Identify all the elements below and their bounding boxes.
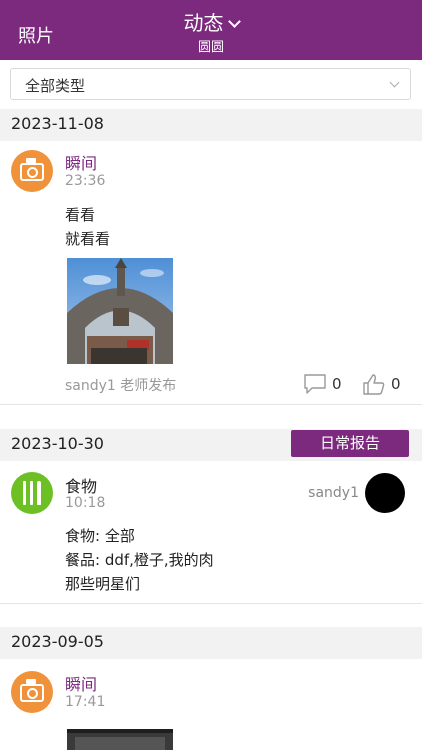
type-filter-select[interactable]: 全部类型 — [10, 68, 411, 100]
entry-type: 瞬间 — [65, 675, 98, 694]
comment-icon — [304, 374, 326, 394]
entry-time: 23:36 — [65, 173, 106, 189]
top-nav-bar: 照片 动态 圆圆 — [0, 0, 422, 60]
comment-button[interactable]: 0 — [304, 374, 342, 394]
divider — [0, 404, 422, 405]
date-header: 2023-10-30 日常报告 — [0, 429, 422, 461]
entry-photo[interactable] — [67, 729, 173, 750]
entry-time: 10:18 — [65, 495, 106, 511]
entry-photo[interactable] — [67, 258, 173, 364]
title-selector[interactable]: 动态 圆圆 — [0, 12, 422, 55]
date-label: 2023-11-08 — [11, 114, 104, 133]
page-title: 动态 — [183, 11, 224, 35]
entry-line: 就看看 — [65, 230, 111, 248]
entry-line: 看看 — [65, 206, 96, 224]
like-count: 0 — [391, 375, 401, 393]
thumbs-up-icon — [363, 374, 385, 395]
child-name: 圆圆 — [197, 40, 224, 55]
entry-type: 食物 — [65, 477, 98, 496]
entry-author: sandy1 老师发布 — [65, 378, 177, 394]
chevron-down-icon — [389, 77, 400, 88]
divider — [0, 603, 422, 604]
teacher-name: sandy1 — [308, 485, 359, 501]
entry-line: 那些明星们 — [65, 575, 141, 593]
teacher-chip[interactable]: sandy1 — [308, 473, 405, 513]
chevron-down-icon — [227, 14, 241, 28]
comment-count: 0 — [332, 375, 342, 393]
type-filter-value: 全部类型 — [25, 77, 86, 95]
like-button[interactable]: 0 — [363, 373, 401, 395]
utensils-icon — [11, 472, 53, 514]
camera-icon — [11, 150, 53, 192]
entry-type: 瞬间 — [65, 154, 98, 173]
camera-icon — [11, 671, 53, 713]
avatar — [365, 473, 405, 513]
entry-line: 餐品: ddf,橙子,我的肉 — [65, 551, 214, 569]
entry-text: 食物: 全部 餐品: ddf,橙子,我的肉 那些明星们 — [65, 524, 214, 596]
daily-report-tag[interactable]: 日常报告 — [291, 430, 409, 457]
entry-text: 看看 就看看 — [65, 203, 110, 251]
date-label: 2023-09-05 — [11, 632, 104, 651]
entry-time: 17:41 — [65, 694, 106, 710]
date-header: 2023-09-05 — [0, 627, 422, 659]
entry-line: 食物: 全部 — [65, 527, 135, 545]
date-header: 2023-11-08 — [0, 109, 422, 141]
date-label: 2023-10-30 — [11, 434, 104, 453]
